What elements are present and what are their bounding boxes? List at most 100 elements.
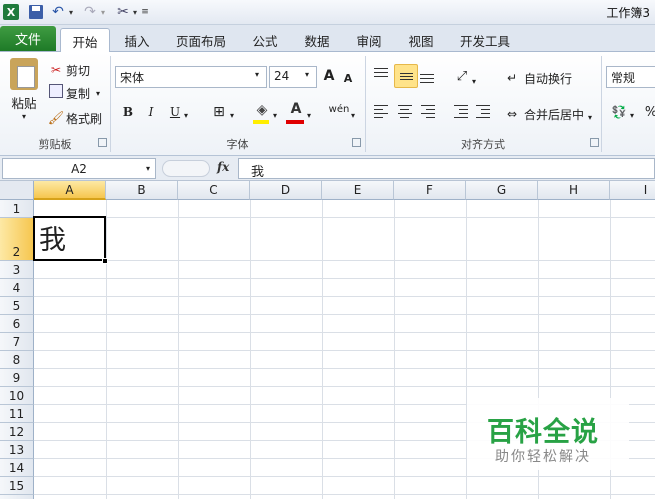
bold-button[interactable]: B xyxy=(119,102,137,122)
underline-button[interactable]: U xyxy=(166,102,184,122)
borders-icon[interactable]: ⊞ xyxy=(210,102,228,122)
wrap-text-button[interactable]: 自动换行 xyxy=(524,68,572,88)
accounting-dropdown-icon[interactable]: ▾ xyxy=(630,105,634,125)
tab-review[interactable]: 审阅 xyxy=(346,28,392,52)
tab-page-layout[interactable]: 页面布局 xyxy=(168,28,234,52)
paste-dropdown-icon[interactable]: ▾ xyxy=(19,112,29,121)
paste-icon[interactable] xyxy=(10,58,38,90)
phonetic-dropdown-icon[interactable]: ▾ xyxy=(351,105,355,125)
column-header[interactable]: I xyxy=(610,181,655,200)
merge-dropdown-icon[interactable]: ▾ xyxy=(588,107,592,127)
redo-dropdown-icon[interactable]: ▾ xyxy=(98,3,108,21)
row-header[interactable]: 6 xyxy=(0,315,34,333)
align-left-icon[interactable] xyxy=(372,102,390,120)
row-header[interactable]: 5 xyxy=(0,297,34,315)
cut-button[interactable]: 剪切 xyxy=(66,60,90,80)
borders-dropdown-icon[interactable]: ▾ xyxy=(230,105,234,125)
select-all-corner[interactable] xyxy=(0,181,34,200)
row-header[interactable]: 7 xyxy=(0,333,34,351)
tab-insert[interactable]: 插入 xyxy=(114,28,160,52)
paste-button[interactable]: 粘贴 xyxy=(10,93,38,112)
column-header[interactable]: A xyxy=(34,181,106,200)
row-header[interactable]: 16 xyxy=(0,495,34,499)
font-color-button[interactable]: A xyxy=(288,99,304,119)
increase-font-size-button[interactable]: A xyxy=(320,66,338,86)
font-size-select[interactable]: 24 xyxy=(269,66,317,88)
undo-icon[interactable]: ↶ xyxy=(50,3,66,21)
column-header[interactable]: B xyxy=(106,181,178,200)
chevron-down-icon[interactable]: ▾ xyxy=(305,70,309,79)
column-header[interactable]: C xyxy=(178,181,250,200)
chevron-down-icon[interactable]: ▾ xyxy=(146,164,150,173)
row-header[interactable]: 15 xyxy=(0,477,34,495)
tab-view[interactable]: 视图 xyxy=(398,28,444,52)
align-middle-icon[interactable] xyxy=(394,64,418,88)
active-cell-a2[interactable]: 我 xyxy=(33,216,106,261)
increase-indent-icon[interactable] xyxy=(474,102,492,120)
name-box[interactable]: A2 xyxy=(2,158,156,179)
align-top-icon[interactable] xyxy=(372,66,390,84)
copy-button[interactable]: 复制 xyxy=(66,83,90,103)
underline-dropdown-icon[interactable]: ▾ xyxy=(184,105,188,125)
row-header[interactable]: 13 xyxy=(0,441,34,459)
italic-button[interactable]: I xyxy=(142,102,160,122)
customize-quick-access-icon[interactable]: ≡ xyxy=(140,3,150,21)
alignment-launcher-icon[interactable] xyxy=(590,138,599,147)
column-header[interactable]: E xyxy=(322,181,394,200)
font-name-select[interactable]: 宋体 xyxy=(115,66,267,88)
decrease-indent-icon[interactable] xyxy=(452,102,470,120)
number-format-select[interactable]: 常规 xyxy=(606,66,655,88)
orientation-dropdown-icon[interactable]: ▾ xyxy=(472,71,476,91)
row-header[interactable]: 9 xyxy=(0,369,34,387)
insert-function-icon[interactable]: fx xyxy=(217,160,229,174)
tools-icon[interactable]: ✂ xyxy=(114,3,132,21)
tab-home[interactable]: 开始 xyxy=(60,28,110,53)
row-header[interactable]: 3 xyxy=(0,261,34,279)
column-header[interactable]: D xyxy=(250,181,322,200)
decrease-font-size-button[interactable]: A xyxy=(340,68,356,88)
column-header[interactable]: G xyxy=(466,181,538,200)
redo-icon[interactable]: ↷ xyxy=(82,3,98,21)
row-header[interactable]: 14 xyxy=(0,459,34,477)
tab-developer[interactable]: 开发工具 xyxy=(450,28,520,52)
fill-color-icon[interactable]: ◈ xyxy=(253,100,271,120)
format-painter-button[interactable]: 格式刷 xyxy=(66,108,102,128)
scissors-icon[interactable]: ✂ xyxy=(49,60,63,80)
format-painter-icon[interactable]: 🖌 xyxy=(48,108,65,128)
phonetic-guide-button[interactable]: wén xyxy=(328,99,350,119)
save-icon[interactable] xyxy=(29,5,43,19)
undo-dropdown-icon[interactable]: ▾ xyxy=(66,3,76,21)
align-center-icon[interactable] xyxy=(396,102,414,120)
row-header[interactable]: 8 xyxy=(0,351,34,369)
excel-icon[interactable]: X xyxy=(3,4,19,20)
wrap-text-icon[interactable]: ↵ xyxy=(504,68,520,88)
orientation-icon[interactable]: ⤢ xyxy=(452,66,472,86)
fill-color-dropdown-icon[interactable]: ▾ xyxy=(273,105,277,125)
row-header[interactable]: 4 xyxy=(0,279,34,297)
font-color-dropdown-icon[interactable]: ▾ xyxy=(307,105,311,125)
clipboard-launcher-icon[interactable] xyxy=(98,138,107,147)
column-header[interactable]: H xyxy=(538,181,610,200)
fill-handle[interactable] xyxy=(102,258,108,264)
chevron-down-icon[interactable]: ▾ xyxy=(255,70,259,79)
font-launcher-icon[interactable] xyxy=(352,138,361,147)
row-header[interactable]: 12 xyxy=(0,423,34,441)
merge-center-button[interactable]: 合并后居中 xyxy=(524,104,584,124)
row-header[interactable]: 2 xyxy=(0,218,34,261)
formula-input[interactable]: 我 xyxy=(238,158,655,180)
row-header[interactable]: 11 xyxy=(0,405,34,423)
merge-center-icon[interactable]: ⇔ xyxy=(504,104,520,124)
tab-formulas[interactable]: 公式 xyxy=(242,28,288,52)
column-header[interactable]: F xyxy=(394,181,466,200)
row-header[interactable]: 1 xyxy=(0,200,34,218)
tab-file[interactable]: 文件 xyxy=(0,26,56,51)
percent-style-button[interactable]: % xyxy=(644,102,655,122)
row-header[interactable]: 10 xyxy=(0,387,34,405)
copy-dropdown-icon[interactable]: ▾ xyxy=(96,83,100,103)
tools-dropdown-icon[interactable]: ▾ xyxy=(131,3,139,21)
tab-data[interactable]: 数据 xyxy=(294,28,340,52)
copy-icon[interactable] xyxy=(49,84,63,98)
formula-bar-splitter[interactable] xyxy=(162,160,210,177)
accounting-format-icon[interactable]: 💱 xyxy=(610,102,628,122)
align-bottom-icon[interactable] xyxy=(418,66,436,84)
